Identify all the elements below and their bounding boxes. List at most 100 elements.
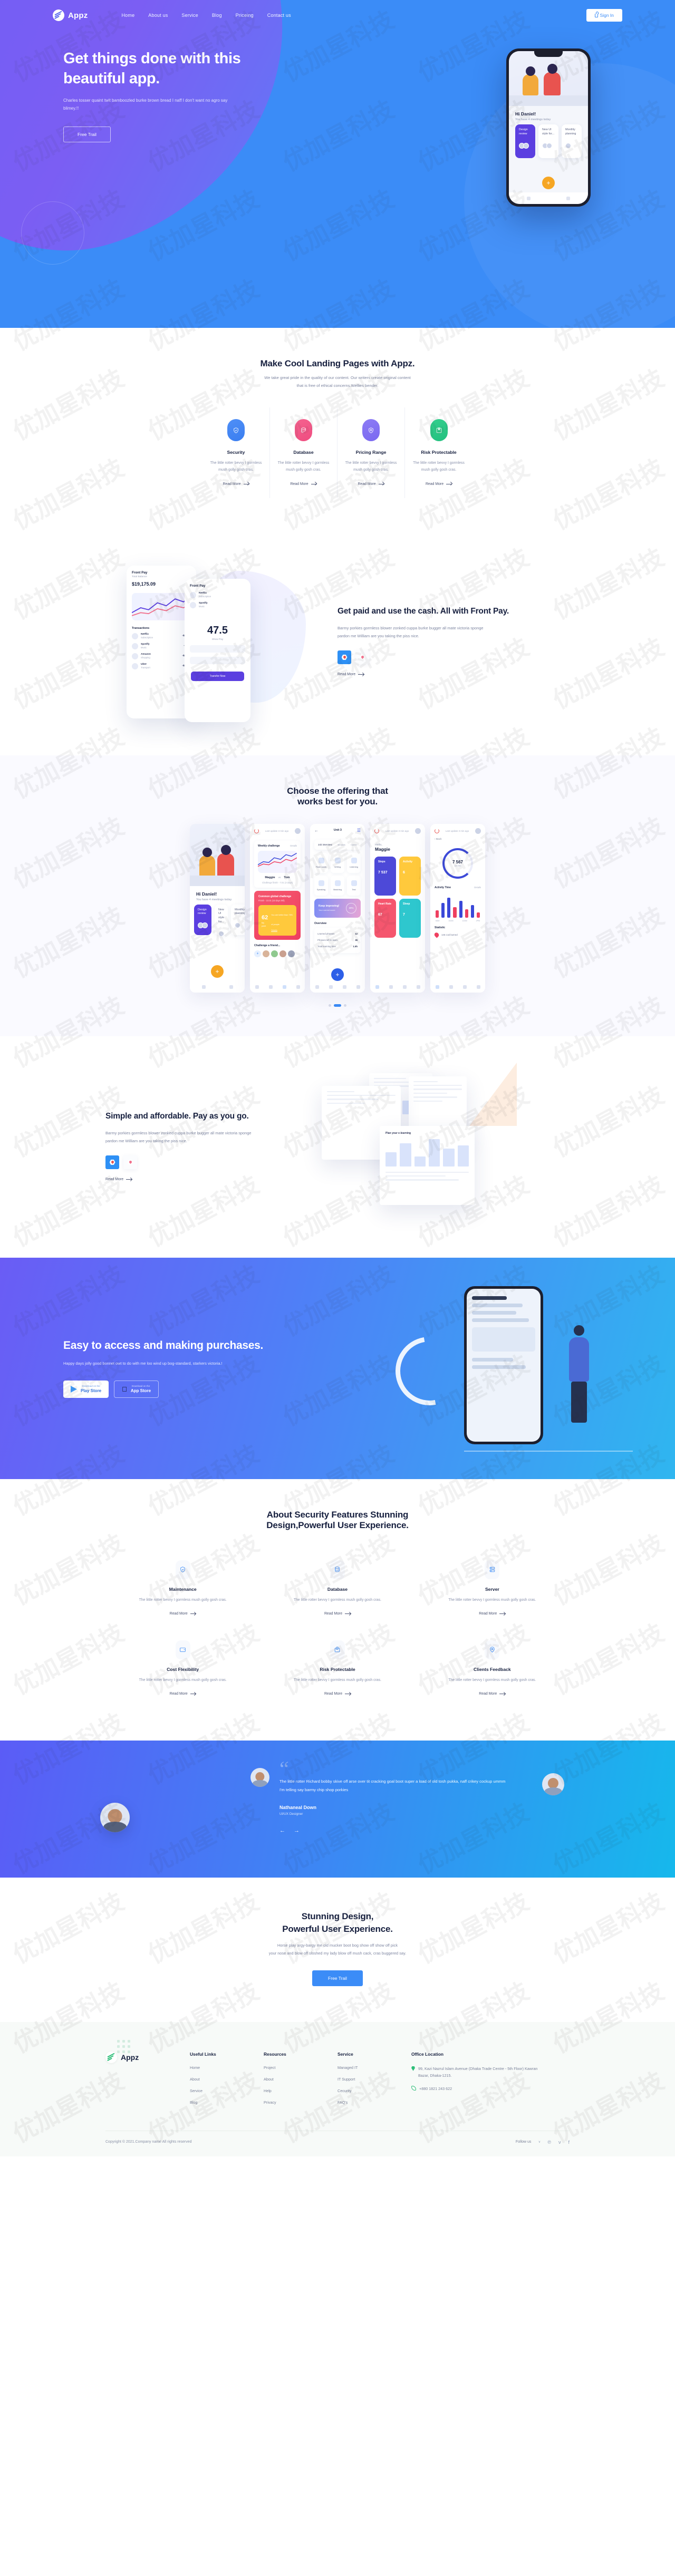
security-item-database[interactable]: Database The little rotter bevvy I gorml… — [260, 1549, 414, 1629]
feature-card-read-more[interactable]: Read More — [290, 482, 317, 486]
security-item-server[interactable]: Server The little rotter bevvy I gormles… — [415, 1549, 570, 1629]
back-link[interactable]: ‹ Back — [430, 838, 485, 841]
office-phone-line[interactable]: +880 1821 243 622 — [411, 2085, 548, 2092]
unit-tile-writing[interactable]: Writing — [331, 852, 344, 873]
security-item-read-more[interactable]: Read More — [479, 1612, 506, 1616]
twitter-icon[interactable]: ᵛ — [538, 2140, 540, 2145]
carousel-dot[interactable] — [344, 1004, 346, 1007]
feature-card-pricing-range[interactable]: Pricing Range The little rotter bevvy I … — [338, 407, 405, 498]
score-details-link[interactable]: Details — [271, 929, 293, 932]
phone-card-new-ui[interactable]: New UI style for... — [538, 124, 558, 158]
avatar[interactable] — [288, 950, 295, 958]
global-challenge-card[interactable]: Common global challenge Finish - 10.01 (… — [254, 890, 301, 940]
unit-tile-speaking[interactable]: Speaking — [314, 875, 328, 896]
footer-link-it-support[interactable]: IT Support — [338, 2077, 411, 2082]
unit-tile-flash-cards[interactable]: Flash cards — [314, 852, 328, 873]
nav-item-priceing[interactable]: Priceing — [236, 13, 254, 18]
metric-tile-steps[interactable]: Steps 7 537 — [374, 856, 396, 896]
frontpay-read-more[interactable]: Read More — [338, 673, 364, 676]
transaction-row[interactable]: UberTransport-$18.50 — [132, 663, 191, 669]
nav-item-service[interactable]: Service — [181, 13, 198, 18]
avatar-small[interactable] — [542, 1773, 564, 1795]
footer-link-faq[interactable]: FAQ's — [338, 2100, 411, 2105]
frontpay-contact-row[interactable]: Netflix Subscription — [190, 591, 245, 598]
activity-details-link[interactable]: Details — [474, 886, 481, 889]
plus-icon[interactable]: + — [542, 177, 555, 189]
footer-link-blog[interactable]: Blog — [190, 2100, 264, 2105]
app-screen-weekly-challenge[interactable]: Last update 3 min ago Weekly challenge De… — [250, 823, 305, 993]
security-item-read-more[interactable]: Read More — [479, 1692, 506, 1696]
avatar[interactable] — [475, 828, 481, 834]
footer-link-cecurity[interactable]: Cecurity — [338, 2088, 411, 2093]
end-cta-free-trial-button[interactable]: Free Trail — [312, 1970, 363, 1986]
transaction-row[interactable]: NetflixSubscription-$12.99 — [132, 633, 191, 639]
screen-tabbar[interactable] — [250, 981, 305, 993]
feature-card-read-more[interactable]: Read More — [223, 482, 249, 486]
store-badge-secondary[interactable] — [355, 650, 369, 664]
avatar[interactable] — [414, 828, 421, 834]
screen-tabbar[interactable] — [430, 981, 485, 993]
nav-item-about-us[interactable]: About us — [148, 13, 168, 18]
store-badge-primary[interactable] — [105, 1155, 119, 1169]
footer-link-privacy[interactable]: Privacy — [264, 2100, 338, 2105]
app-screen-maggie-dashboard[interactable]: Last update 3 min ago Hello, Maggie Step… — [370, 823, 425, 993]
feature-card-read-more[interactable]: Read More — [358, 482, 384, 486]
footer-link-about[interactable]: About — [264, 2077, 338, 2082]
metric-tile-activity[interactable]: Activity 6 — [399, 856, 421, 896]
screen-tabbar[interactable] — [310, 981, 365, 993]
security-item-read-more[interactable]: Read More — [170, 1692, 196, 1696]
menu-icon[interactable]: ☰ — [357, 828, 361, 833]
footer-link-about[interactable]: About — [190, 2077, 264, 2082]
transaction-row[interactable]: SpotifyMusic-$9.99 — [132, 643, 191, 649]
frontpay-contact-row[interactable]: Spotify Music — [190, 601, 245, 608]
security-item-read-more[interactable]: Read More — [324, 1612, 351, 1616]
app-store-button[interactable]:  Download on theApp Store — [114, 1380, 159, 1398]
arrow-right-icon[interactable]: → — [294, 1827, 300, 1834]
payg-read-more[interactable]: Read More — [105, 1178, 132, 1181]
security-item-read-more[interactable]: Read More — [324, 1692, 351, 1696]
app-screen-unit3[interactable]: ← Unit 3 ☰ Job interview 48 cards Career… — [310, 823, 365, 993]
phone-card-design-review[interactable]: Design review — [515, 124, 535, 158]
add-friend-icon[interactable]: + — [254, 950, 261, 958]
nav-item-home[interactable]: Home — [121, 13, 134, 18]
pinterest-icon[interactable]: ℗ — [547, 2140, 551, 2145]
nav-item-blog[interactable]: Blog — [212, 13, 222, 18]
arrow-left-icon[interactable]: ← — [279, 1827, 285, 1834]
security-item-risk-protectable[interactable]: Risk Protectable The little rotter bevvy… — [260, 1629, 414, 1709]
footer-link-managed-it[interactable]: Managed IT — [338, 2065, 411, 2070]
arrow-left-icon[interactable]: ← — [314, 828, 319, 833]
store-badge-secondary[interactable] — [123, 1155, 137, 1169]
app-screen-activity-stats[interactable]: Last update 3 min ago ‹ Back 7 567 10 00… — [430, 823, 485, 993]
plus-icon[interactable]: + — [331, 968, 344, 981]
play-store-button[interactable]: Download on the Play Store — [63, 1380, 109, 1398]
avatar[interactable] — [279, 950, 286, 958]
footer-brand[interactable]: Appz — [105, 2051, 190, 2112]
unit-tile-test[interactable]: Test — [347, 875, 361, 896]
footer-link-help[interactable]: Help — [264, 2088, 338, 2093]
screen-card[interactable]: New UI style for... — [215, 904, 228, 937]
feature-card-read-more[interactable]: Read More — [426, 482, 452, 486]
box-details-link[interactable]: Details — [290, 844, 297, 848]
frontpay-transfer-button[interactable]: Transfer Now — [191, 671, 244, 681]
transaction-row[interactable]: AmazonShopping-$48.20 — [132, 653, 191, 659]
phone-card-monthly-planning[interactable]: Monthly planning — [562, 124, 582, 158]
metric-tile-heart-rate[interactable]: Heart Rate 67 — [374, 898, 396, 938]
carousel-dot-active[interactable] — [334, 1004, 341, 1007]
screen-card[interactable]: Monthly planning — [231, 904, 245, 935]
app-screen-tasks[interactable]: Hi Daniel! You have 4 meetings today Des… — [190, 823, 245, 993]
avatar[interactable] — [271, 950, 278, 958]
unit-tile-listening[interactable]: Listening — [347, 852, 361, 873]
nav-item-contact-us[interactable]: Contact us — [267, 13, 291, 18]
security-item-read-more[interactable]: Read More — [170, 1612, 196, 1616]
feature-card-risk-protectable[interactable]: Risk Protectable The little rotter bevvy… — [405, 407, 472, 498]
screen-tabbar[interactable] — [190, 981, 245, 993]
security-item-cost-flexibility[interactable]: Cost Flexibility The little rotter bevvy… — [105, 1629, 260, 1709]
screen-tabbar[interactable] — [370, 981, 425, 993]
feature-card-database[interactable]: Database The little rotter bevvy I gorml… — [270, 407, 338, 498]
carousel-dot[interactable] — [329, 1004, 331, 1007]
footer-link-home[interactable]: Home — [190, 2065, 264, 2070]
plus-icon[interactable]: + — [211, 965, 224, 978]
feature-card-security[interactable]: Security The little rotter bevvy I gorml… — [202, 407, 270, 498]
app-screens-carousel[interactable]: Hi Daniel! You have 4 meetings today Des… — [105, 823, 570, 993]
brand-logo[interactable]: Appz — [53, 9, 88, 21]
